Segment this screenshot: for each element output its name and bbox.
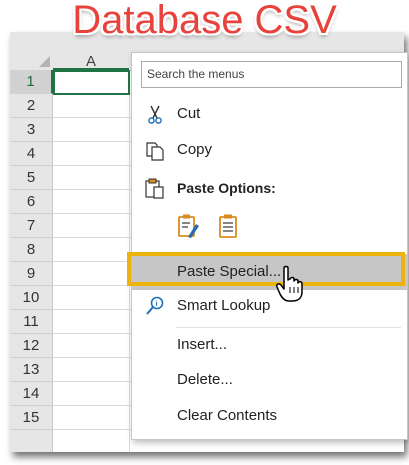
- paste-special-highlight: [127, 252, 405, 286]
- cut-label: Cut: [177, 105, 201, 122]
- menu-item-clear-contents[interactable]: Clear Contents: [132, 398, 407, 434]
- search-menus-input[interactable]: Search the menus: [141, 61, 402, 88]
- paste-values-icon[interactable]: [217, 213, 241, 239]
- row-header-12[interactable]: 12: [10, 334, 53, 358]
- copy-label: Copy: [177, 141, 213, 158]
- menu-item-delete[interactable]: Delete...: [132, 362, 407, 398]
- svg-text:i: i: [156, 301, 158, 308]
- row-header-3[interactable]: 3: [10, 118, 53, 142]
- row-header-11[interactable]: 11: [10, 310, 53, 334]
- menu-item-copy[interactable]: Copy: [132, 132, 407, 168]
- smart-lookup-icon: i: [146, 296, 164, 315]
- row-header-7[interactable]: 7: [10, 214, 53, 238]
- row-header-16-partial[interactable]: [10, 430, 53, 452]
- paste-formatting-icon[interactable]: [176, 213, 200, 239]
- scissors-icon: [148, 105, 162, 124]
- row-header-2[interactable]: 2: [10, 94, 53, 118]
- insert-label: Insert...: [177, 336, 228, 353]
- menu-item-insert[interactable]: Insert...: [132, 327, 407, 363]
- paste-icon: [145, 178, 164, 199]
- copy-icon: [146, 142, 164, 161]
- paste-options-label: Paste Options:: [177, 180, 276, 196]
- row-header-5[interactable]: 5: [10, 166, 53, 190]
- page-title: Database CSV: [72, 0, 337, 42]
- row-header-10[interactable]: 10: [10, 286, 53, 310]
- clear-contents-label: Clear Contents: [177, 407, 278, 424]
- select-all-triangle-icon: [39, 56, 50, 67]
- menu-item-cut[interactable]: Cut: [132, 96, 407, 132]
- row-header-9[interactable]: 9: [10, 262, 53, 286]
- menu-item-paste-options: Paste Options:: [132, 170, 407, 206]
- menu-item-smart-lookup[interactable]: i Smart Lookup: [132, 288, 407, 324]
- row-header-13[interactable]: 13: [10, 358, 53, 382]
- smart-lookup-label: Smart Lookup: [177, 297, 271, 314]
- paste-option-buttons: [176, 213, 256, 243]
- row-header-8[interactable]: 8: [10, 238, 53, 262]
- delete-label: Delete...: [177, 371, 233, 388]
- row-header-14[interactable]: 14: [10, 382, 53, 406]
- row-header-1[interactable]: 1: [10, 70, 53, 94]
- row-header-4[interactable]: 4: [10, 142, 53, 166]
- row-header-6[interactable]: 6: [10, 190, 53, 214]
- hand-cursor-icon: [276, 265, 303, 302]
- active-cell-a1[interactable]: [53, 70, 130, 95]
- row-header-15[interactable]: 15: [10, 406, 53, 430]
- context-menu: Search the menus Cut Copy Paste Options:: [131, 52, 408, 440]
